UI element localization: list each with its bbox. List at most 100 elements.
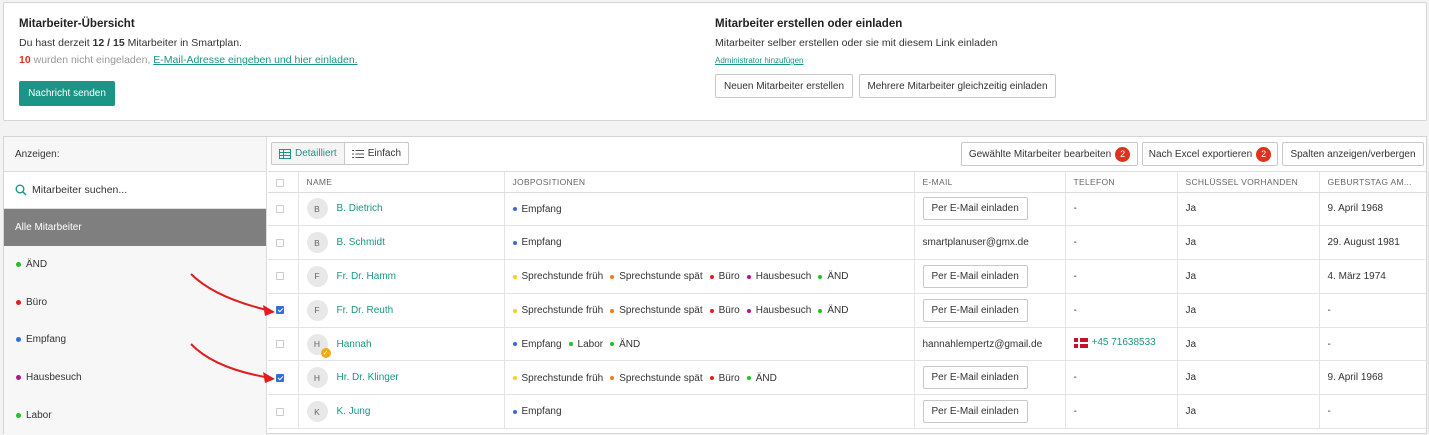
edit-selected-button[interactable]: Gewählte Mitarbeiter bearbeiten 2 — [961, 142, 1138, 166]
send-message-button[interactable]: Nachricht senden — [19, 81, 115, 106]
sidebar-item-all[interactable]: Alle Mitarbeiter — [4, 209, 266, 246]
color-dot — [16, 412, 21, 418]
sidebar-item-2[interactable]: Empfang — [4, 321, 266, 359]
employee-search[interactable]: Mitarbeiter suchen... — [4, 172, 266, 209]
employee-name-link[interactable]: B. Dietrich — [337, 203, 383, 214]
row-checkbox[interactable] — [276, 238, 284, 247]
table-row[interactable]: F Fr. Dr. Reuth Sprechstunde früh Sprechstu… — [268, 293, 1429, 328]
job-tag: Sprechstunde spät — [610, 271, 703, 282]
row-select[interactable] — [268, 293, 299, 328]
employee-name-link[interactable]: K. Jung — [337, 406, 371, 417]
employee-name-link[interactable]: Fr. Dr. Reuth — [337, 305, 394, 316]
job-tag: Empfang — [512, 204, 562, 215]
overview-panel: Mitarbeiter-Übersicht Du hast derzeit 12… — [3, 2, 1427, 121]
color-dot — [16, 262, 21, 268]
table-row[interactable]: H Hr. Dr. Klinger Sprechstunde früh Sprechs… — [268, 360, 1429, 396]
column-header[interactable]: SCHLÜSSEL VORHANDEN — [1177, 172, 1320, 193]
name-cell: B B. Schmidt — [298, 225, 505, 261]
toggle-columns-button[interactable]: Spalten anzeigen/verbergen — [1282, 142, 1424, 166]
row-checkbox[interactable] — [276, 407, 284, 416]
view-simple-button[interactable]: Einfach — [345, 143, 408, 164]
column-header[interactable]: NAME — [298, 172, 505, 193]
export-excel-button[interactable]: Nach Excel exportieren 2 — [1142, 142, 1278, 166]
select-all-checkbox[interactable] — [276, 178, 284, 187]
email-cell: Per E-Mail einladen — [914, 259, 1066, 294]
jobs-cell: Empfang — [504, 225, 915, 261]
employee-table: NAME JOBPOSITIONEN E-MAIL TELEFON SCHLÜS… — [268, 172, 1429, 430]
job-color-dot — [512, 274, 517, 279]
invite-email-button[interactable]: Per E-Mail einladen — [922, 400, 1028, 424]
invite-email-button[interactable]: Per E-Mail einladen — [922, 197, 1028, 221]
avatar: F — [306, 299, 328, 321]
table-row[interactable]: B B. Schmidt Empfang smartplanuser@gmx.de - J… — [268, 225, 1429, 261]
view-detailed-button[interactable]: Detailliert — [272, 143, 345, 164]
row-select[interactable] — [268, 225, 299, 261]
row-select[interactable] — [268, 360, 299, 396]
row-checkbox[interactable] — [276, 272, 284, 281]
invite-email-button[interactable]: Per E-Mail einladen — [922, 264, 1028, 288]
invite-email-button[interactable]: Per E-Mail einladen — [922, 366, 1028, 390]
phone-cell: - — [1065, 192, 1178, 227]
job-color-dot — [512, 409, 517, 414]
job-color-dot — [818, 274, 823, 279]
birthday-cell: 9. April 1968 — [1319, 360, 1429, 396]
key-cell: Ja — [1177, 327, 1320, 362]
job-tag: Empfang — [512, 237, 562, 248]
job-tag: Sprechstunde spät — [610, 373, 703, 384]
jobs-cell: Sprechstunde früh Sprechstunde spät Büro Ha… — [504, 259, 915, 294]
table-icon — [279, 148, 291, 159]
new-employee-button[interactable]: Neuen Mitarbeiter erstellen — [715, 74, 853, 98]
sidebar-item-3[interactable]: Hausbesuch — [4, 359, 266, 397]
table-toolbar: Detailliert Einfach Gewählte Mitarbeiter… — [268, 137, 1426, 172]
invite-email-link[interactable]: E-Mail-Adresse eingeben und hier einlade… — [153, 54, 357, 66]
sidebar-item-0[interactable]: ÄND — [4, 246, 266, 284]
job-tag: ÄND — [746, 373, 777, 384]
key-cell: Ja — [1177, 394, 1320, 430]
job-color-dot — [610, 376, 615, 381]
name-cell: H Hr. Dr. Klinger — [298, 360, 505, 396]
row-checkbox[interactable] — [276, 373, 284, 382]
employee-name-link[interactable]: Hannah — [337, 339, 372, 350]
job-color-dot — [709, 308, 714, 313]
overview-title: Mitarbeiter-Übersicht — [19, 18, 135, 30]
employee-name-link[interactable]: Hr. Dr. Klinger — [337, 372, 399, 383]
row-checkbox[interactable] — [276, 339, 284, 348]
row-select[interactable] — [268, 192, 299, 227]
job-tag: Sprechstunde spät — [610, 305, 703, 316]
employee-name-link[interactable]: B. Schmidt — [337, 237, 385, 248]
table-row[interactable]: H ✓ Hannah Empfang Labor ÄND hannahlempertz@gm… — [268, 327, 1429, 362]
invite-multiple-button[interactable]: Mehrere Mitarbeiter gleichzeitig einlade… — [859, 74, 1056, 98]
row-select[interactable] — [268, 394, 299, 430]
avatar: K — [306, 401, 328, 423]
phone-cell: - — [1065, 225, 1178, 261]
job-tag: ÄND — [818, 271, 848, 282]
table-row[interactable]: K K. Jung Empfang Per E-Mail einladen - Ja - — [268, 394, 1429, 430]
sidebar-heading: Anzeigen: — [4, 137, 266, 172]
email-cell: hannahlempertz@gmail.de — [914, 327, 1066, 362]
invite-email-button[interactable]: Per E-Mail einladen — [922, 298, 1028, 322]
row-checkbox[interactable] — [276, 306, 284, 315]
phone-link[interactable]: +45 71638533 — [1073, 337, 1156, 348]
row-checkbox[interactable] — [276, 204, 284, 213]
sidebar-item-4[interactable]: Labor — [4, 396, 266, 434]
jobs-cell: Empfang Labor ÄND — [504, 327, 915, 362]
row-select[interactable] — [268, 327, 299, 362]
job-tag: Hausbesuch — [746, 271, 811, 282]
column-header[interactable]: E-MAIL — [914, 172, 1066, 193]
select-all-header[interactable] — [268, 172, 299, 193]
column-header[interactable]: JOBPOSITIONEN — [504, 172, 915, 193]
sidebar-item-1[interactable]: Büro — [4, 284, 266, 322]
table-row[interactable]: B B. Dietrich Empfang Per E-Mail einladen - J… — [268, 192, 1429, 227]
email-cell: Per E-Mail einladen — [914, 394, 1066, 430]
column-header[interactable]: GEBURTSTAG AM... — [1319, 172, 1429, 193]
export-count-badge: 2 — [1256, 146, 1272, 162]
jobs-cell: Empfang — [504, 192, 915, 227]
employee-name-link[interactable]: Fr. Dr. Hamm — [337, 271, 396, 282]
jobs-cell: Sprechstunde früh Sprechstunde spät Büro ÄN… — [504, 360, 915, 396]
table-row[interactable]: F Fr. Dr. Hamm Sprechstunde früh Sprechstun… — [268, 259, 1429, 294]
column-header[interactable]: TELEFON — [1065, 172, 1178, 193]
birthday-cell: - — [1319, 327, 1429, 362]
add-admin-link[interactable]: Administrator hinzufügen — [715, 56, 804, 65]
avatar: H — [306, 367, 328, 389]
row-select[interactable] — [268, 259, 299, 294]
